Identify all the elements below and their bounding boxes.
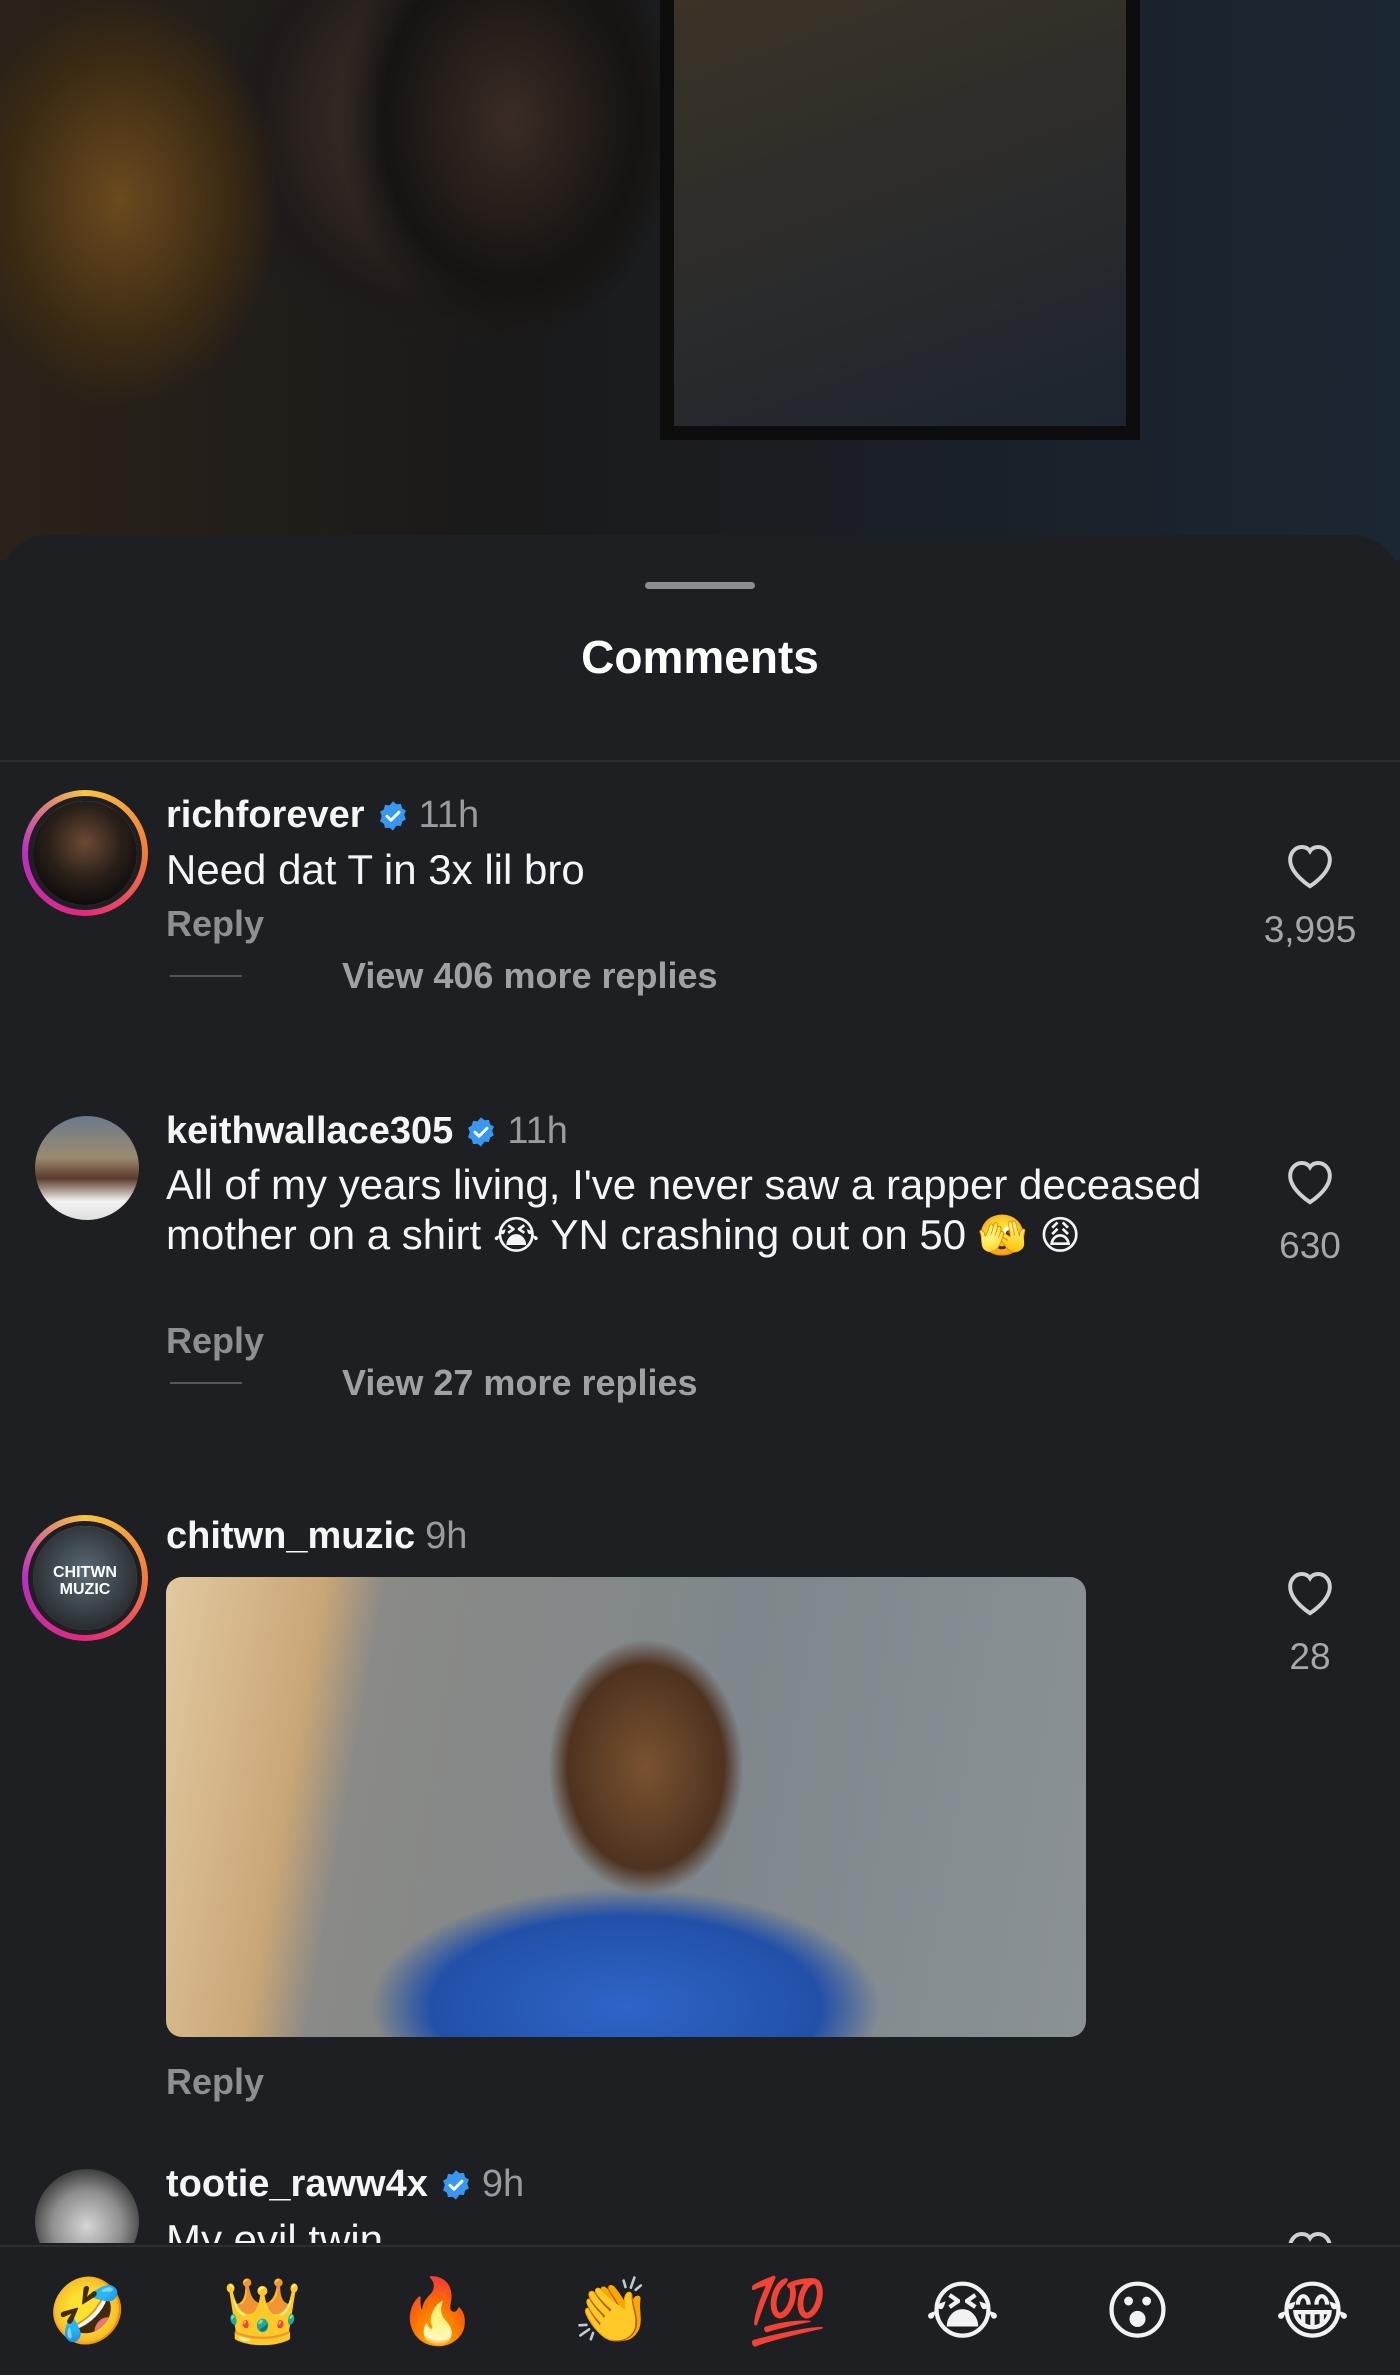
loudly-crying-emoji: 😭 <box>492 1214 540 1258</box>
comment-username[interactable]: richforever <box>166 794 365 837</box>
like-count: 28 <box>1289 1636 1331 1677</box>
fire-emoji-button[interactable]: 🔥 <box>383 2276 493 2346</box>
rofl-emoji-button[interactable]: 🤣 <box>33 2276 143 2346</box>
comment-text: All of my years living, I've never saw a… <box>166 1161 1202 1258</box>
video-wall-painting <box>660 0 1140 440</box>
peeking-face-emoji: 🫣 <box>977 1214 1028 1258</box>
comment-username[interactable]: chitwn_muzic <box>166 1515 415 1558</box>
thread-line <box>170 975 242 977</box>
reply-button[interactable]: Reply <box>166 903 264 945</box>
joy-emoji-button[interactable]: 😂 <box>1258 2276 1368 2346</box>
surprised-emoji-button[interactable]: 😮 <box>1083 2276 1193 2346</box>
comment-time: 11h <box>418 794 480 836</box>
comment-username[interactable]: keithwallace305 <box>166 1110 453 1153</box>
like-count: 3,995 <box>1263 909 1357 950</box>
loudly-crying-emoji-button[interactable]: 😭 <box>908 2276 1018 2346</box>
heart-icon <box>1288 844 1332 889</box>
view-more-replies-label: View 27 more replies <box>342 1362 698 1403</box>
clapping-emoji-button[interactable]: 👏 <box>558 2276 668 2346</box>
view-more-replies[interactable]: View 27 more replies <box>170 1362 698 1404</box>
heart-icon <box>1288 1160 1332 1205</box>
like-button[interactable]: 3,995 <box>1240 838 1380 951</box>
video-background <box>0 0 1400 560</box>
like-count: 630 <box>1279 1225 1341 1266</box>
crown-emoji-button[interactable]: 👑 <box>208 2276 318 2346</box>
comment-time: 9h <box>481 2163 525 2205</box>
hundred-emoji-button[interactable]: 💯 <box>733 2276 843 2346</box>
heart-icon <box>1288 2231 1332 2243</box>
view-more-replies[interactable]: View 406 more replies <box>170 955 718 997</box>
like-button[interactable] <box>1240 2225 1380 2243</box>
avatar[interactable] <box>35 2169 139 2243</box>
comment-time: 9h <box>425 1515 468 1557</box>
comments-sheet: Comments richforever 11h Need dat T in 3… <box>0 535 1400 2373</box>
comment-list[interactable]: richforever 11h Need dat T in 3x lil bro… <box>0 535 1400 2243</box>
verified-badge-icon <box>442 2169 469 2200</box>
weary-face-emoji: 😩 <box>1039 1214 1081 1258</box>
avatar-text: CHITWN MUZIC <box>53 1564 117 1598</box>
quick-emoji-bar: 🤣 👑 🔥 👏 💯 😭 😮 😂 <box>0 2245 1400 2375</box>
view-more-replies-label: View 406 more replies <box>342 955 718 996</box>
heart-icon <box>1288 1571 1332 1616</box>
comment-username[interactable]: tootie_raww4x <box>166 2163 428 2206</box>
comment-text: My evil twin <box>166 2216 384 2243</box>
comment-gif-image[interactable] <box>166 1577 1086 2037</box>
like-button[interactable]: 630 <box>1240 1154 1380 1267</box>
avatar[interactable]: CHITWN MUZIC <box>22 1515 148 1641</box>
verified-badge-icon <box>468 1116 495 1147</box>
like-button[interactable]: 28 <box>1240 1565 1380 1678</box>
thread-line <box>170 1382 242 1384</box>
reply-button[interactable]: Reply <box>166 1320 264 1362</box>
comment-time: 11h <box>507 1110 568 1152</box>
reply-button[interactable]: Reply <box>166 2061 264 2103</box>
verified-badge-icon <box>379 800 406 831</box>
avatar[interactable] <box>35 1116 139 1220</box>
avatar[interactable] <box>22 790 148 916</box>
comment-text: Need dat T in 3x lil bro <box>166 846 585 893</box>
